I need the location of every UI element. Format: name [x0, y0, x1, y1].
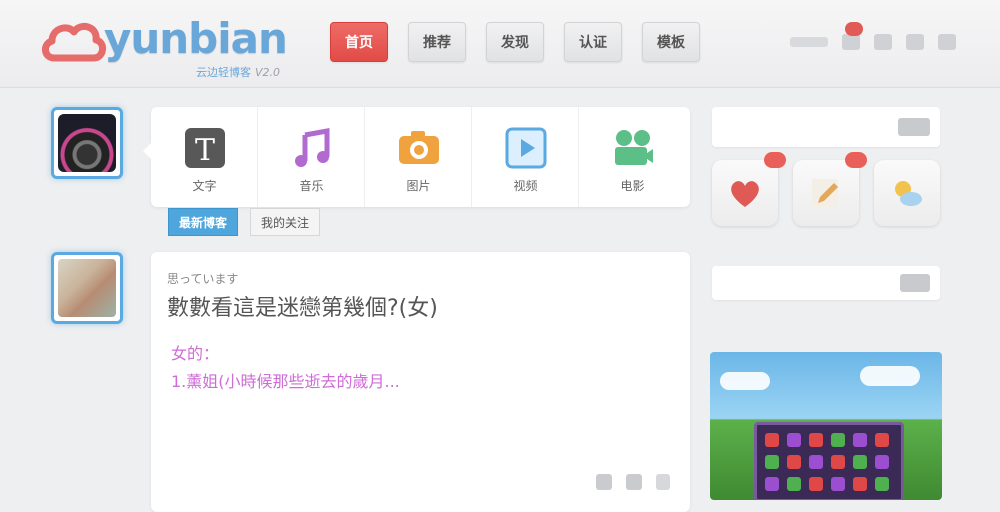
nav-template[interactable]: 模板 — [642, 22, 700, 62]
user-menu[interactable] — [790, 37, 828, 47]
brand-name: yunbian — [104, 14, 288, 63]
pencil-icon — [812, 179, 838, 207]
ad-gem — [765, 455, 779, 469]
brand-logo[interactable]: yunbian 云边轻博客 V2.0 — [40, 10, 300, 80]
post-author-name[interactable]: 思っています — [167, 270, 238, 287]
weather-icon — [895, 181, 922, 206]
ad-cloud — [720, 372, 770, 390]
gear-icon[interactable] — [906, 34, 924, 50]
reblog-icon[interactable] — [596, 474, 612, 490]
ad-gem — [831, 433, 845, 447]
publish-photo-button[interactable]: 图片 — [365, 107, 472, 207]
ad-gem — [787, 433, 801, 447]
nav-verify[interactable]: 认证 — [564, 22, 622, 62]
kimono-photo-image — [58, 259, 116, 317]
publish-text-button[interactable]: T 文字 — [151, 107, 258, 207]
nav-recommend[interactable]: 推荐 — [408, 22, 466, 62]
comment-icon[interactable] — [626, 474, 642, 490]
film-icon — [615, 130, 653, 165]
ad-gem — [765, 477, 779, 491]
brand-version: V2.0 — [255, 66, 281, 79]
sidebar-search[interactable] — [712, 107, 940, 147]
heart-icon — [731, 181, 759, 207]
sidebar-input[interactable] — [712, 266, 940, 300]
post-author-avatar[interactable] — [51, 252, 123, 324]
ad-game-board — [754, 422, 904, 500]
brand-subtitle-text: 云边轻博客 — [196, 66, 251, 79]
post-body-line: 1.薰姐(小時候那些逝去的歲月... — [171, 372, 400, 391]
post-body-line: 女的： — [171, 344, 220, 363]
publish-music-button[interactable]: 音乐 — [258, 107, 365, 207]
brand-subtitle: 云边轻博客 V2.0 — [196, 64, 280, 80]
ad-gem — [765, 433, 779, 447]
notification-badge — [845, 22, 863, 36]
ad-gem — [831, 477, 845, 491]
main-nav: 首页 推荐 发现 认证 模板 — [330, 22, 700, 62]
sidebar-likes-button[interactable] — [712, 152, 786, 226]
game-ad-banner[interactable] — [710, 352, 942, 500]
sidebar-write-button[interactable] — [793, 152, 867, 226]
video-icon — [505, 127, 547, 169]
publish-movie-label: 电影 — [620, 179, 645, 193]
sidebar-input-button[interactable] — [900, 274, 930, 292]
ad-gem — [853, 433, 867, 447]
camera-icon — [399, 131, 439, 164]
text-icon: T — [185, 128, 225, 168]
music-icon — [295, 128, 330, 167]
svg-text:T: T — [195, 133, 215, 168]
ad-gem — [809, 455, 823, 469]
post-actions — [596, 474, 670, 490]
sidebar-weather-button[interactable] — [874, 160, 940, 226]
publish-music-label: 音乐 — [299, 179, 324, 193]
top-header: yunbian 云边轻博客 V2.0 首页 推荐 发现 认证 模板 — [0, 0, 1000, 88]
sidebar-search-button[interactable] — [898, 118, 930, 136]
feed-tabs: 最新博客 我的关注 — [168, 208, 321, 236]
likes-badge — [764, 152, 786, 168]
cloud-logo-icon — [42, 22, 106, 62]
vinyl-record-image — [58, 114, 116, 172]
mail-icon[interactable] — [874, 34, 892, 50]
ad-gem — [875, 477, 889, 491]
publish-text-label: 文字 — [192, 179, 217, 193]
nav-home[interactable]: 首页 — [330, 22, 388, 62]
ad-gem — [809, 477, 823, 491]
header-tools — [790, 32, 956, 52]
ad-gem — [787, 477, 801, 491]
publish-photo-label: 图片 — [406, 179, 431, 193]
nav-discover[interactable]: 发现 — [486, 22, 544, 62]
ad-gem — [875, 455, 889, 469]
publish-bar: T 文字 音乐 图片 视频 电影 — [143, 107, 690, 207]
sidebar-shortcuts — [712, 152, 940, 250]
ad-gem — [809, 433, 823, 447]
ad-gem — [787, 455, 801, 469]
post-card: 思っています 數數看這是迷戀第幾個?(女) 女的： 1.薰姐(小時候那些逝去的歲… — [151, 252, 690, 512]
ad-gem — [875, 433, 889, 447]
tab-latest[interactable]: 最新博客 — [168, 208, 239, 236]
publish-video-button[interactable]: 视频 — [472, 107, 579, 207]
ad-gem — [853, 477, 867, 491]
ad-gem — [853, 455, 867, 469]
bell-icon[interactable] — [842, 34, 860, 50]
ad-cloud — [860, 366, 920, 386]
publish-video-label: 视频 — [513, 179, 538, 193]
post-title[interactable]: 數數看這是迷戀第幾個?(女) — [167, 290, 438, 322]
like-icon[interactable] — [656, 474, 670, 490]
tab-following[interactable]: 我的关注 — [250, 208, 321, 236]
ad-gem — [831, 455, 845, 469]
publish-movie-button[interactable]: 电影 — [579, 107, 686, 207]
my-avatar[interactable] — [51, 107, 123, 179]
user-icon[interactable] — [938, 34, 956, 50]
write-badge — [845, 152, 867, 168]
